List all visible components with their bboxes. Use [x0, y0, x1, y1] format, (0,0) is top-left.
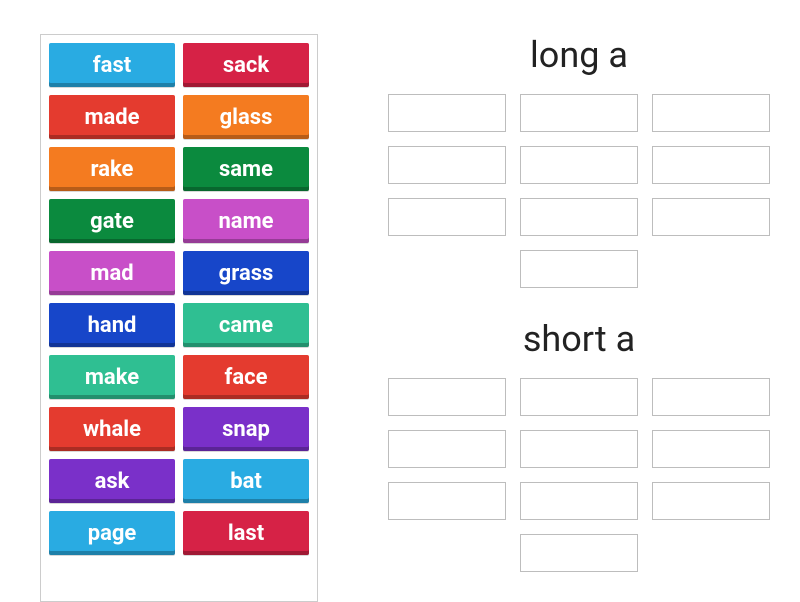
word-tile[interactable]: came	[183, 303, 309, 347]
word-tile[interactable]: fast	[49, 43, 175, 87]
word-tile[interactable]: make	[49, 355, 175, 399]
drop-slot[interactable]	[520, 534, 638, 572]
category: short a	[358, 318, 800, 572]
category-title: short a	[358, 318, 800, 360]
word-tile[interactable]: bat	[183, 459, 309, 503]
categories-panel: long a short a	[358, 34, 800, 602]
drop-slot[interactable]	[652, 146, 770, 184]
word-tile[interactable]: hand	[49, 303, 175, 347]
drop-slot[interactable]	[520, 198, 638, 236]
word-tile[interactable]: whale	[49, 407, 175, 451]
drop-slot[interactable]	[520, 250, 638, 288]
word-tile[interactable]: made	[49, 95, 175, 139]
category-title: long a	[358, 34, 800, 76]
drop-slot[interactable]	[388, 198, 506, 236]
category: long a	[358, 34, 800, 288]
word-tile[interactable]: same	[183, 147, 309, 191]
word-tile[interactable]: mad	[49, 251, 175, 295]
drop-slot[interactable]	[652, 430, 770, 468]
drop-slot[interactable]	[388, 378, 506, 416]
drop-slot[interactable]	[652, 482, 770, 520]
drop-slot[interactable]	[388, 94, 506, 132]
word-tile[interactable]: last	[183, 511, 309, 555]
slot-grid	[358, 94, 800, 288]
word-tile[interactable]: page	[49, 511, 175, 555]
tile-bank: fastsackmadeglassrakesamegatenamemadgras…	[40, 34, 318, 602]
word-tile[interactable]: snap	[183, 407, 309, 451]
drop-slot[interactable]	[520, 430, 638, 468]
game-area: fastsackmadeglassrakesamegatenamemadgras…	[0, 0, 800, 602]
word-tile[interactable]: sack	[183, 43, 309, 87]
drop-slot[interactable]	[388, 430, 506, 468]
drop-slot[interactable]	[652, 198, 770, 236]
drop-slot[interactable]	[652, 94, 770, 132]
drop-slot[interactable]	[652, 378, 770, 416]
drop-slot[interactable]	[520, 378, 638, 416]
slot-grid	[358, 378, 800, 572]
drop-slot[interactable]	[520, 94, 638, 132]
word-tile[interactable]: face	[183, 355, 309, 399]
word-tile[interactable]: grass	[183, 251, 309, 295]
word-tile[interactable]: gate	[49, 199, 175, 243]
drop-slot[interactable]	[388, 482, 506, 520]
word-tile[interactable]: glass	[183, 95, 309, 139]
drop-slot[interactable]	[520, 146, 638, 184]
word-tile[interactable]: name	[183, 199, 309, 243]
word-tile[interactable]: rake	[49, 147, 175, 191]
word-tile[interactable]: ask	[49, 459, 175, 503]
drop-slot[interactable]	[388, 146, 506, 184]
drop-slot[interactable]	[520, 482, 638, 520]
